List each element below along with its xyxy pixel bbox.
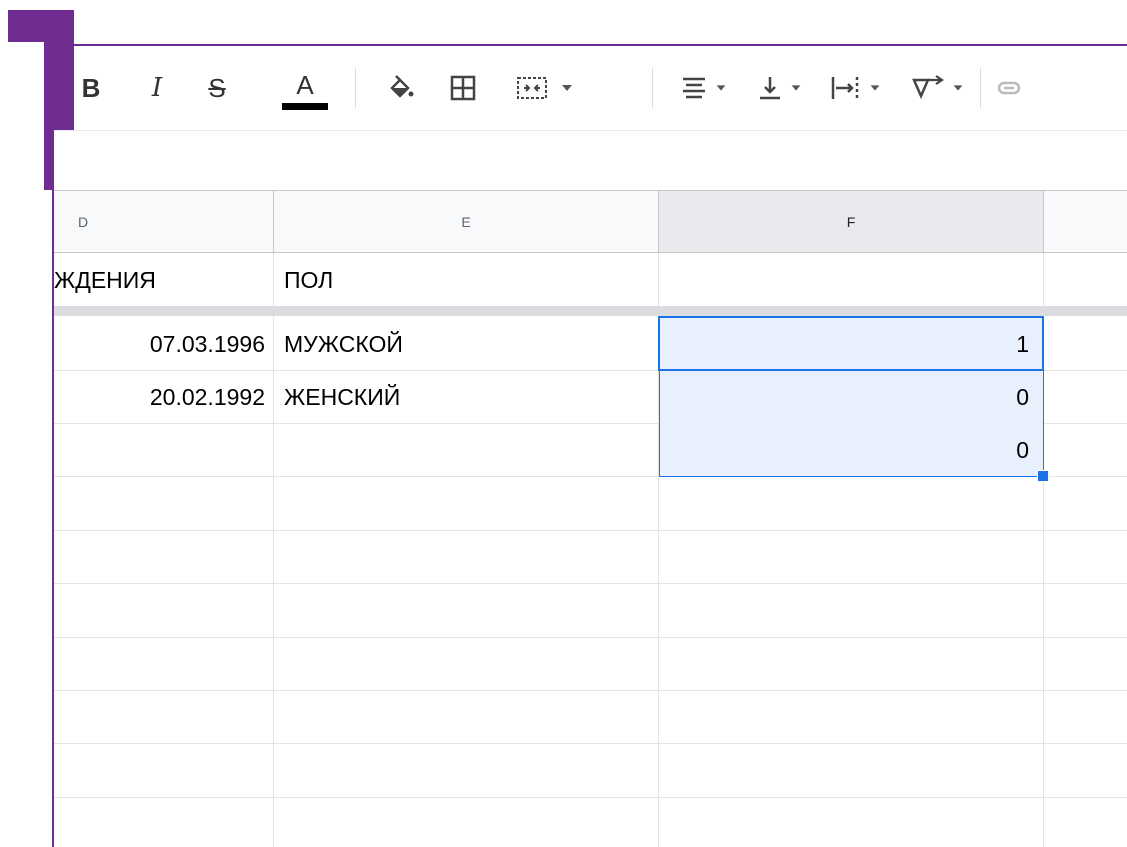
chevron-down-icon [870,85,880,91]
column-header-g[interactable] [1044,191,1127,253]
grid-line [54,690,1127,691]
column-header-f[interactable]: F [659,191,1044,253]
text-color-button[interactable]: A [282,46,328,130]
vertical-align-icon[interactable] [750,46,810,130]
cell-value: ЖДЕНИЯ [54,266,156,293]
cell-d3[interactable]: 20.02.1992 [54,371,273,423]
cell-value: ЖЕНСКИЙ [284,383,401,410]
merge-cells-icon[interactable] [510,46,580,130]
chevron-down-icon [953,85,963,91]
strikethrough-button[interactable]: S [202,46,232,130]
borders-icon[interactable] [446,46,480,130]
cell-f4[interactable]: 0 [659,424,1043,476]
italic-label: I [151,73,163,103]
grid-line [54,743,1127,744]
chevron-down-icon [791,85,801,91]
chevron-down-icon [716,85,726,91]
cell-d4[interactable] [54,424,273,476]
cell-value: 20.02.1992 [149,383,265,410]
grid-line [54,530,1127,531]
cell-value: 0 [1016,436,1029,463]
column-header-label: F [846,213,856,230]
cell-e2[interactable]: МУЖСКОЙ [274,318,658,370]
active-cell-outline[interactable] [658,316,1044,371]
strikethrough-label: S [208,72,226,103]
chevron-down-icon [562,85,572,91]
toolbar-separator [355,68,356,108]
column-header-label: D [78,213,89,230]
grid-line [54,583,1127,584]
formatting-toolbar: B I S A [74,46,1127,130]
cell-f1[interactable] [659,254,1043,306]
cell-e1[interactable]: ПОЛ [274,254,658,306]
cell-value: МУЖСКОЙ [284,330,403,357]
text-wrapping-icon[interactable] [822,46,890,130]
cell-value: 0 [1016,383,1029,410]
cell-e3[interactable]: ЖЕНСКИЙ [274,371,658,423]
italic-button[interactable]: I [142,46,172,130]
column-header-label: E [461,213,471,230]
text-color-label: A [296,70,314,100]
cell-value: ПОЛ [284,266,334,293]
bold-button[interactable]: B [76,46,106,130]
fill-color-icon[interactable] [384,46,418,130]
bold-label: B [81,72,101,103]
fill-handle[interactable] [1037,470,1049,482]
grid-line [54,637,1127,638]
toolbar-separator [652,68,653,108]
cell-d2[interactable]: 07.03.1996 [54,318,273,370]
frozen-row-divider[interactable] [54,306,1127,316]
column-header-d[interactable]: D [54,191,274,253]
insert-link-icon[interactable] [994,46,1024,130]
horizontal-align-icon[interactable] [674,46,734,130]
formula-bar[interactable] [54,131,1127,191]
cell-value: 07.03.1996 [149,330,265,357]
column-header-e[interactable]: E [274,191,659,253]
toolbar-separator [980,68,981,108]
grid-line [54,797,1127,798]
text-rotation-icon[interactable] [902,46,974,130]
text-color-swatch [282,103,328,110]
cell-f3[interactable]: 0 [659,371,1043,423]
cell-d1[interactable]: ЖДЕНИЯ [54,254,273,306]
cell-e4[interactable] [274,424,658,476]
